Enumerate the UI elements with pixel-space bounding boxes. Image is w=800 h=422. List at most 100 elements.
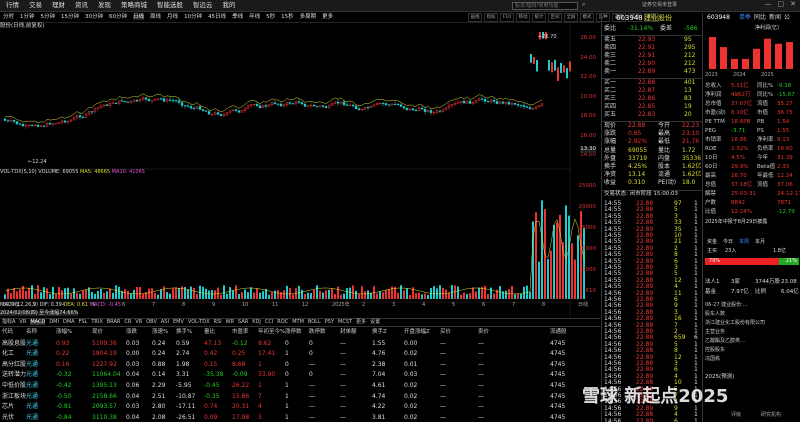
indicator-tab-6[interactable]: TRIX	[91, 320, 102, 325]
chart-tool-0[interactable]: 画线	[468, 13, 482, 22]
menu-item-2[interactable]: 理财	[52, 2, 65, 9]
column-header[interactable]: 涨停数	[285, 329, 302, 336]
period-tab-1[interactable]: 1分钟	[20, 14, 35, 21]
menu-item-0[interactable]: 行情	[6, 2, 19, 9]
indicator-tab-3[interactable]: DMI	[49, 320, 59, 325]
period-tab-12[interactable]: 年线	[249, 14, 260, 21]
f10-news-line[interactable]: 06-27 建业股份:…	[705, 303, 748, 308]
indicator-tab-13[interactable]: VOL-TDX	[188, 320, 210, 325]
period-tab-9[interactable]: 10分钟	[184, 14, 202, 21]
login-link[interactable]: 证券交易未登录	[642, 3, 677, 8]
f10-news-line[interactable]: 控股股东	[705, 348, 725, 353]
period-tab-2[interactable]: 5分钟	[41, 14, 56, 21]
period-tab-5[interactable]: 60分钟	[109, 14, 127, 21]
table-row[interactable]: 芯片 光通 -0.81 2093.57 0.03 2.80 -17.11 0.74 20.31 4…	[0, 402, 600, 413]
column-header[interactable]: 市盈率	[232, 329, 249, 336]
period-tab-8[interactable]: 月线	[167, 14, 178, 21]
indicator-tab-24[interactable]: 更多	[356, 320, 366, 325]
table-row[interactable]: 送转潜力 光通 -0.32 11064.04 0.04 0.14 3.31 -35.38 -0.…	[0, 370, 600, 381]
indicator-tab-4[interactable]: DMA	[63, 320, 75, 325]
period-tab-3[interactable]: 15分钟	[61, 14, 79, 21]
fund-tab-0[interactable]: 资金	[707, 240, 717, 245]
menu-item-3[interactable]: 资讯	[75, 2, 88, 9]
period-tab-15[interactable]: 多周期	[300, 14, 317, 21]
indicator-tab-2[interactable]: MACD	[30, 320, 46, 325]
period-tab-6[interactable]: 日线	[133, 14, 145, 21]
fund-tab-3[interactable]: 本月	[755, 240, 765, 245]
chart-tool-6[interactable]: 全屏	[564, 13, 578, 22]
maximize-icon[interactable]: □	[778, 1, 785, 8]
column-header[interactable]: 涨跌	[126, 329, 137, 336]
indicator-tab-7[interactable]: BRAR	[107, 320, 121, 325]
period-tab-10[interactable]: 45日线	[208, 14, 226, 21]
table-row[interactable]: 高分红股 光通 0.16 1227.92 0.03 0.88 1.98 0.15 8.68 1 0 —…	[0, 360, 600, 371]
column-header[interactable]: 现价	[92, 329, 103, 336]
menu-item-7[interactable]: 智远云	[193, 2, 213, 9]
indicator-tab-18[interactable]: CCI	[265, 320, 273, 325]
period-tab-0[interactable]: 分时	[3, 14, 14, 21]
search-icon[interactable]: ⌕	[582, 2, 585, 8]
f10-news-line[interactable]: 浙江建业化工股份有限公司	[705, 321, 765, 326]
chart-tool-4[interactable]: 统计	[532, 13, 546, 22]
indicator-tab-1[interactable]: VR	[19, 320, 26, 325]
menu-item-1[interactable]: 交易	[29, 2, 42, 9]
f10-news-line[interactable]: 乙酸酯及乙醇类…	[705, 339, 745, 344]
table-row[interactable]: 高股息股 光通 0.93 5109.36 0.03 0.24 0.59 47.13 -0.12 9…	[0, 339, 600, 350]
column-header[interactable]: 涨速%	[152, 329, 168, 336]
table-row[interactable]: 中低价股 光通 -0.42 1395.13 0.06 2.29 -5.95 -0.45 26.2…	[0, 381, 600, 392]
period-tab-7[interactable]: 周线	[150, 14, 161, 21]
column-header[interactable]: 涨幅%	[56, 329, 72, 336]
indicator-tab-19[interactable]: ROC	[277, 320, 288, 325]
indicator-tab-17[interactable]: KDJ	[252, 320, 261, 325]
fund-tab-2[interactable]: 本周	[739, 240, 749, 245]
column-header[interactable]: 开盘涨幅Z	[404, 329, 430, 336]
f10-tab-2[interactable]: 新闻	[769, 15, 781, 21]
f10-news-line[interactable]: 冯国栋	[705, 357, 720, 362]
fund-tab-1[interactable]: 今日	[723, 240, 733, 245]
f10-tab-1[interactable]: 同比	[754, 15, 766, 21]
chart-tool-1[interactable]: 指标	[484, 13, 498, 22]
search-input[interactable]: 股票/理财/常用功能	[512, 2, 578, 10]
indicator-tab-21[interactable]: BOLL	[308, 320, 321, 325]
column-header[interactable]: 换手Z	[372, 329, 387, 336]
indicator-tab-25[interactable]: 设置	[370, 320, 380, 325]
column-header[interactable]: 代码	[2, 329, 13, 336]
menu-item-4[interactable]: 发现	[98, 2, 111, 9]
minimize-icon[interactable]: —	[765, 1, 772, 8]
column-header[interactable]: 名称	[26, 329, 37, 336]
indicator-tab-14[interactable]: RSI	[214, 320, 222, 325]
indicator-tab-10[interactable]: OBV	[146, 320, 157, 325]
f10-news-line[interactable]: 股东人数	[705, 312, 725, 317]
chart-tool-5[interactable]: 区间	[548, 13, 562, 22]
indicator-tab-0[interactable]: 指标A	[2, 320, 15, 325]
column-header[interactable]: 卖价	[478, 329, 489, 336]
chart-tool-3[interactable]: 移动	[516, 13, 530, 22]
indicator-tab-5[interactable]: FSL	[79, 320, 88, 325]
column-header[interactable]: 年初至今%	[258, 329, 285, 336]
indicator-tab-16[interactable]: SAR	[238, 320, 248, 325]
period-tab-16[interactable]: 更多	[322, 14, 333, 21]
period-tab-11[interactable]: 季线	[232, 14, 243, 21]
column-header[interactable]: 量比	[204, 329, 215, 336]
indicator-tab-23[interactable]: MCST	[338, 320, 352, 325]
indicator-tab-9[interactable]: VR	[135, 320, 142, 325]
column-header[interactable]: 流通股	[550, 329, 567, 336]
f10-tab-3[interactable]: 公	[784, 15, 790, 21]
chart-tool-2[interactable]: F10	[500, 13, 514, 22]
table-row[interactable]: 光伏 光通 -0.84 3110.38 0.04 2.08 -26.51 0.09 17.98 3…	[0, 413, 600, 422]
column-header[interactable]: 买价	[440, 329, 451, 336]
indicator-tab-11[interactable]: ASI	[161, 320, 169, 325]
period-tab-14[interactable]: 15秒	[281, 14, 294, 21]
indicator-tab-12[interactable]: EMV	[173, 320, 184, 325]
chart-tool-7[interactable]: 模式	[580, 13, 594, 22]
column-header[interactable]: 换手%	[176, 329, 192, 336]
indicator-tab-20[interactable]: MTM	[292, 320, 304, 325]
f10-footer-1[interactable]: 研究机构	[761, 413, 781, 418]
period-tab-4[interactable]: 30分钟	[85, 14, 103, 21]
indicator-tab-8[interactable]: CR	[124, 320, 131, 325]
indicator-tab-22[interactable]: PSY	[325, 320, 334, 325]
column-header[interactable]: 跌停数	[309, 329, 326, 336]
table-row[interactable]: 浙江板块 光通 -0.50 2158.66 0.04 2.51 -10.87 -0.35 15.…	[0, 392, 600, 403]
close-icon[interactable]: ✕	[790, 1, 796, 8]
menu-item-8[interactable]: 我的	[223, 2, 236, 9]
